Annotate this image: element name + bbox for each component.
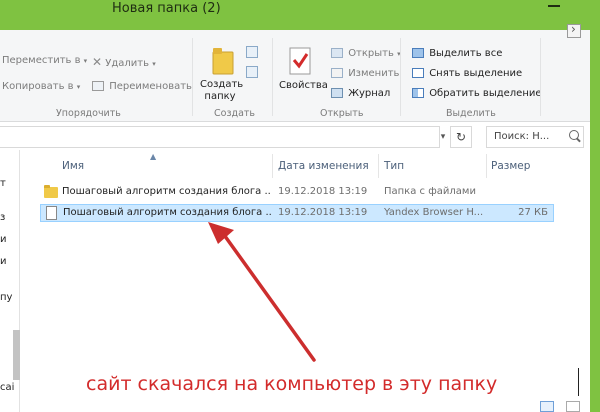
large-icons-view-icon[interactable] <box>566 401 580 412</box>
annotation-arrow <box>208 222 316 362</box>
annotation-caption: сайт скачался на компьютер в эту папку <box>86 373 498 395</box>
details-view-icon[interactable] <box>540 401 554 412</box>
text-cursor <box>578 368 579 396</box>
